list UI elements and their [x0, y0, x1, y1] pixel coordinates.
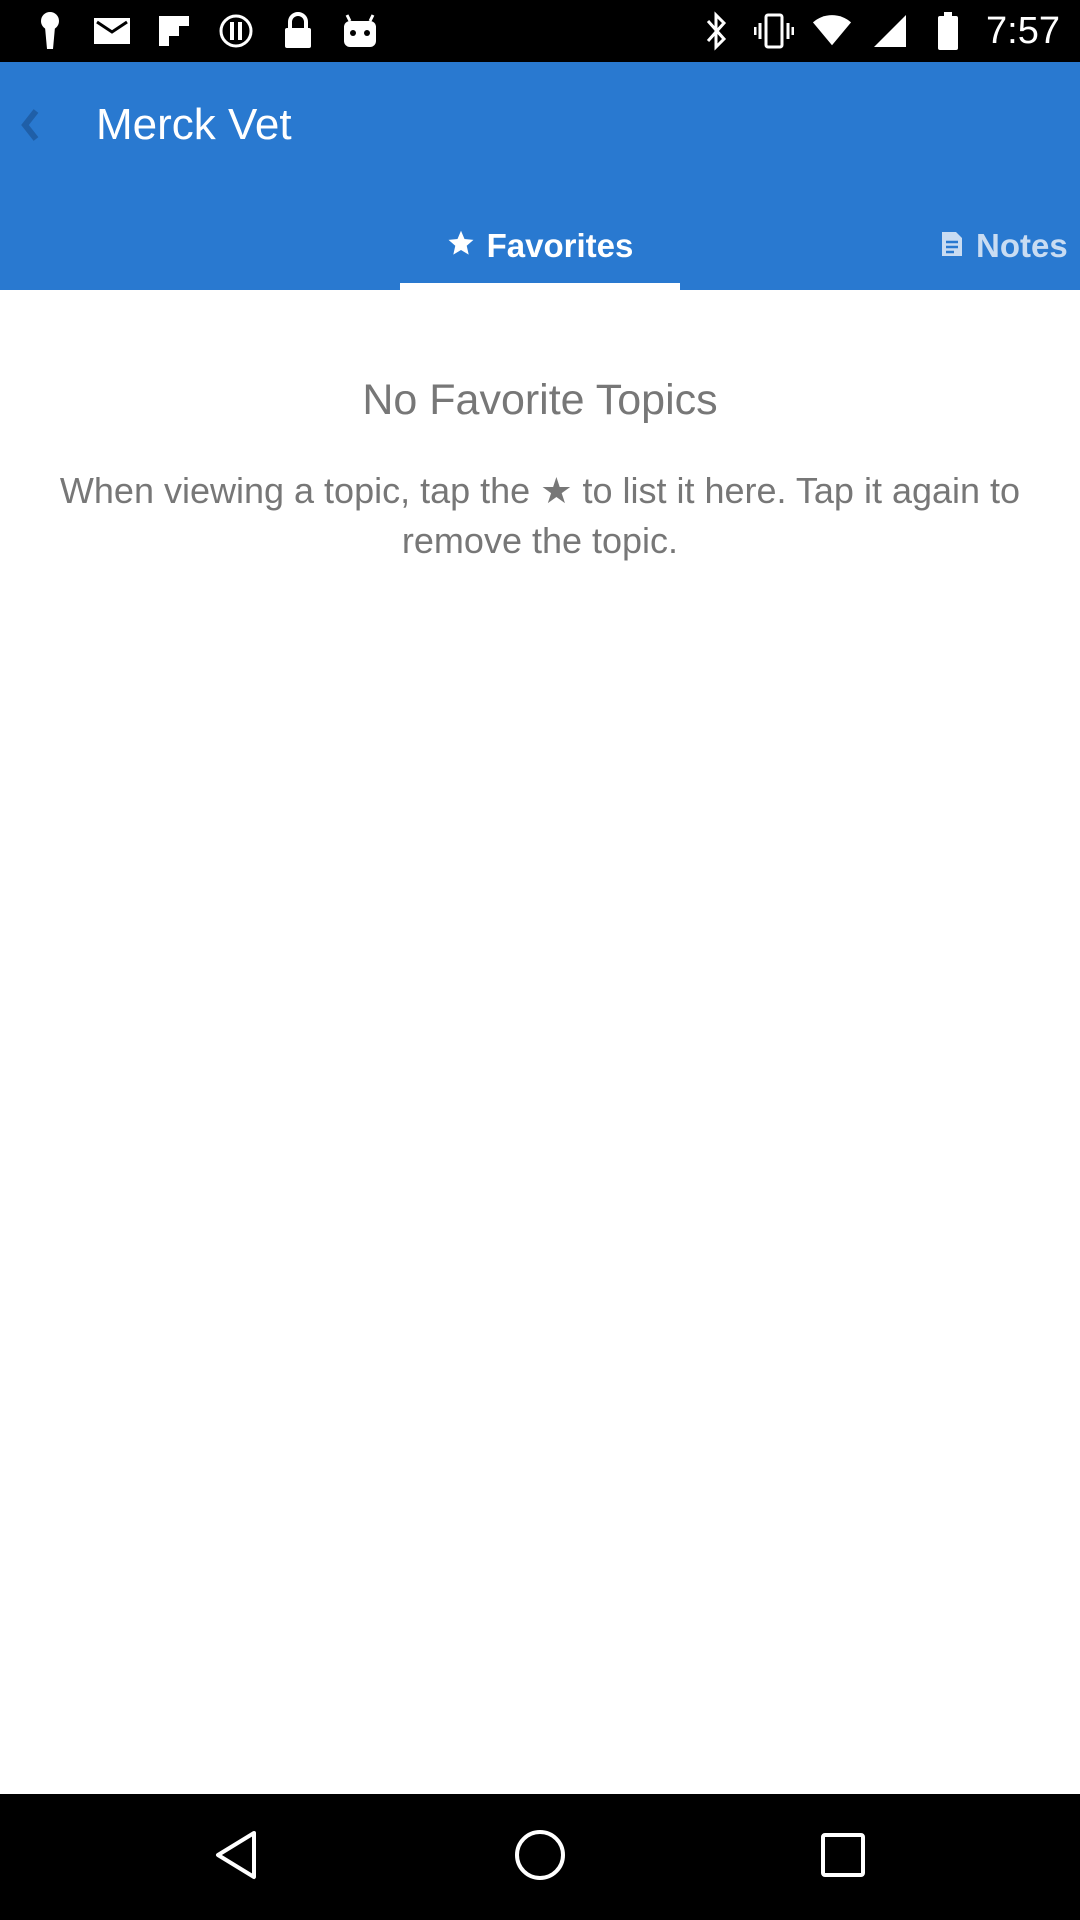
empty-state-description: When viewing a topic, tap the ★ to list …: [59, 470, 1021, 561]
back-triangle-icon: [212, 1829, 262, 1886]
note-icon: [940, 227, 964, 265]
navigation-bar: [0, 1794, 1080, 1920]
nav-back-button[interactable]: [207, 1827, 267, 1887]
tab-favorites-label: Favorites: [486, 227, 634, 264]
flipboard-icon: [154, 11, 194, 51]
status-time: 7:57: [986, 9, 1060, 52]
tab-favorites[interactable]: Favorites: [400, 202, 680, 290]
email-icon: [92, 11, 132, 51]
app-title: Merck Vet: [96, 100, 292, 149]
android-icon: [340, 11, 380, 51]
empty-state-title: No Favorite Topics: [362, 376, 718, 424]
screen: 7:57 Merck Vet Favorites Notes No Favori…: [0, 0, 1080, 1920]
vibrate-icon: [754, 11, 795, 51]
status-bar: 7:57: [0, 0, 1080, 62]
lock-icon: [278, 11, 318, 51]
back-button[interactable]: [0, 92, 60, 162]
home-circle-icon: [513, 1828, 567, 1887]
nav-recents-button[interactable]: [813, 1827, 873, 1887]
bluetooth-icon: [696, 11, 736, 51]
recents-square-icon: [820, 1832, 866, 1883]
battery-icon: [928, 11, 968, 51]
tab-notes-label: Notes: [976, 227, 1068, 264]
app-bar: Merck Vet Favorites Notes: [0, 62, 1080, 290]
chevron-left-icon: [20, 108, 40, 147]
star-icon: [447, 227, 475, 265]
nav-home-button[interactable]: [510, 1827, 570, 1887]
wifi-icon: [812, 11, 852, 51]
tab-selected-indicator: [400, 283, 680, 290]
tab-notes[interactable]: Notes: [940, 202, 1068, 290]
alert-icon: [216, 11, 256, 51]
signal-icon: [870, 11, 910, 51]
keyhole-icon: [30, 11, 70, 51]
